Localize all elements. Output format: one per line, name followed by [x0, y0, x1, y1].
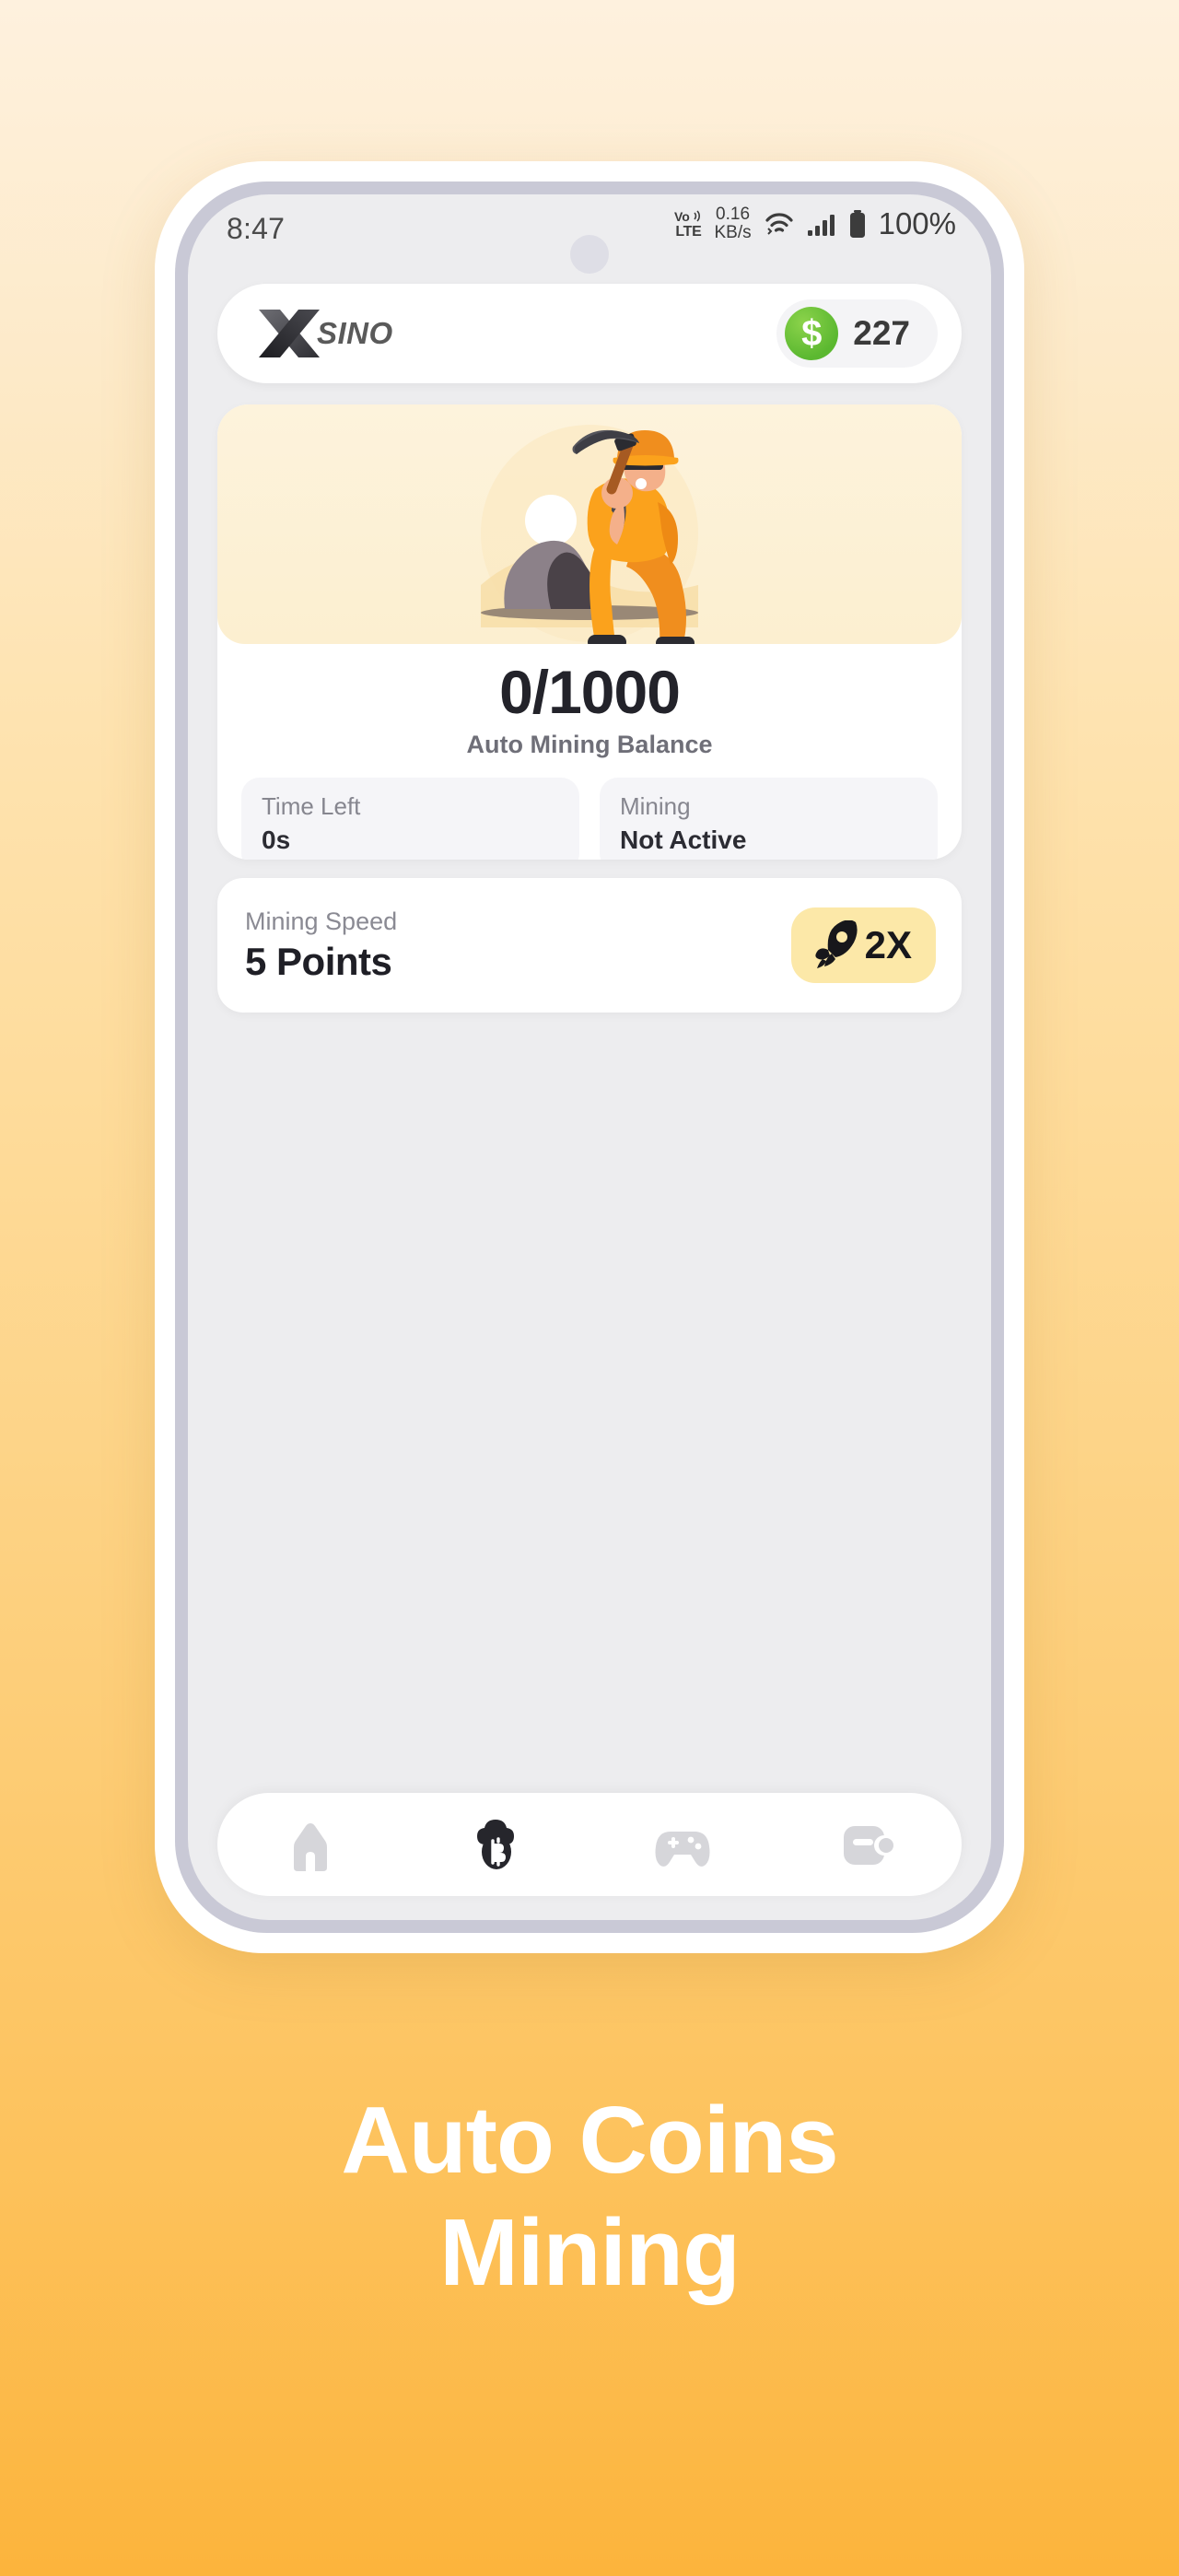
- auto-mining-balance-block: 0/1000 Auto Mining Balance: [217, 644, 962, 759]
- status-indicators: Vo LTE 0.16 KB/s 100%: [674, 205, 956, 242]
- dollar-coin-icon: $: [785, 307, 839, 360]
- mining-speed-card: Mining Speed 5 Points 2X: [217, 878, 962, 1013]
- boost-multiplier-badge[interactable]: 2X: [790, 907, 936, 983]
- promo-caption-line-2: Mining: [439, 2198, 741, 2305]
- boost-multiplier-label: 2X: [864, 923, 912, 966]
- mining-stats-row: Time Left 0s Mining Not Active: [217, 759, 962, 860]
- stat-mining-status: Mining Not Active: [600, 778, 938, 860]
- auto-mining-card: 0/1000 Auto Mining Balance Time Left 0s …: [217, 404, 962, 860]
- mining-speed-info: Mining Speed 5 Points: [245, 907, 397, 984]
- nav-home[interactable]: [217, 1793, 403, 1896]
- hero-illustration-area: [217, 404, 962, 644]
- stat-mining-status-value: Not Active: [620, 825, 747, 854]
- nav-mining[interactable]: [403, 1793, 590, 1896]
- xsino-logo-icon: [259, 310, 320, 357]
- status-bar: 8:47 Vo LTE 0.16 KB/s 100%: [188, 194, 991, 274]
- battery-full-icon: [849, 209, 865, 238]
- wifi-icon: [765, 213, 793, 235]
- network-speed-unit: KB/s: [714, 222, 752, 242]
- network-speed: 0.16 KB/s: [714, 205, 751, 242]
- balance-amount: 227: [853, 314, 910, 352]
- battery-percent-label: 100%: [878, 205, 956, 240]
- front-camera-punch-hole: [570, 235, 609, 274]
- nav-games[interactable]: [590, 1793, 776, 1896]
- svg-text:Vo: Vo: [674, 209, 690, 224]
- app-header-bar: SINO $ 227: [217, 284, 962, 383]
- miner-with-pickaxe-illustration: [481, 425, 698, 644]
- phone-screen: 8:47 Vo LTE 0.16 KB/s 100% SINO $ 227 0/…: [188, 194, 991, 1920]
- stat-time-left-value: 0s: [262, 825, 291, 854]
- mining-speed-label: Mining Speed: [245, 907, 398, 935]
- bottom-navigation-bar: [217, 1793, 962, 1896]
- auto-mining-balance-value: 0/1000: [499, 658, 681, 726]
- status-clock: 8:47: [227, 212, 286, 245]
- stat-time-left-label: Time Left: [262, 792, 361, 820]
- auto-mining-balance-caption: Auto Mining Balance: [466, 731, 713, 758]
- gamepad-icon: [655, 1832, 710, 1867]
- app-logo[interactable]: SINO: [256, 306, 393, 361]
- cellular-signal-icon: [807, 214, 835, 236]
- balance-chip[interactable]: $ 227: [776, 299, 938, 368]
- mining-speed-value: 5 Points: [245, 939, 392, 983]
- coin-glyph: $: [801, 313, 823, 354]
- stat-time-left: Time Left 0s: [241, 778, 579, 860]
- promo-caption-line-1: Auto Coins: [341, 2087, 838, 2193]
- wallet-icon: [844, 1826, 894, 1865]
- rocket-icon: [815, 920, 858, 968]
- nav-wallet[interactable]: [776, 1793, 962, 1896]
- stat-mining-status-label: Mining: [620, 792, 691, 820]
- network-speed-value: 0.16: [716, 205, 751, 224]
- phone-mockup: 8:47 Vo LTE 0.16 KB/s 100% SINO $ 227 0/…: [155, 161, 1024, 1953]
- volte-label: LTE: [675, 223, 702, 240]
- bitcoin-cloud-mining-icon: [477, 1820, 514, 1869]
- promo-caption: Auto Coins Mining: [0, 2084, 1179, 2308]
- volte-icon: Vo LTE: [674, 208, 702, 240]
- home-icon: [294, 1823, 327, 1871]
- app-logo-text: SINO: [317, 316, 393, 350]
